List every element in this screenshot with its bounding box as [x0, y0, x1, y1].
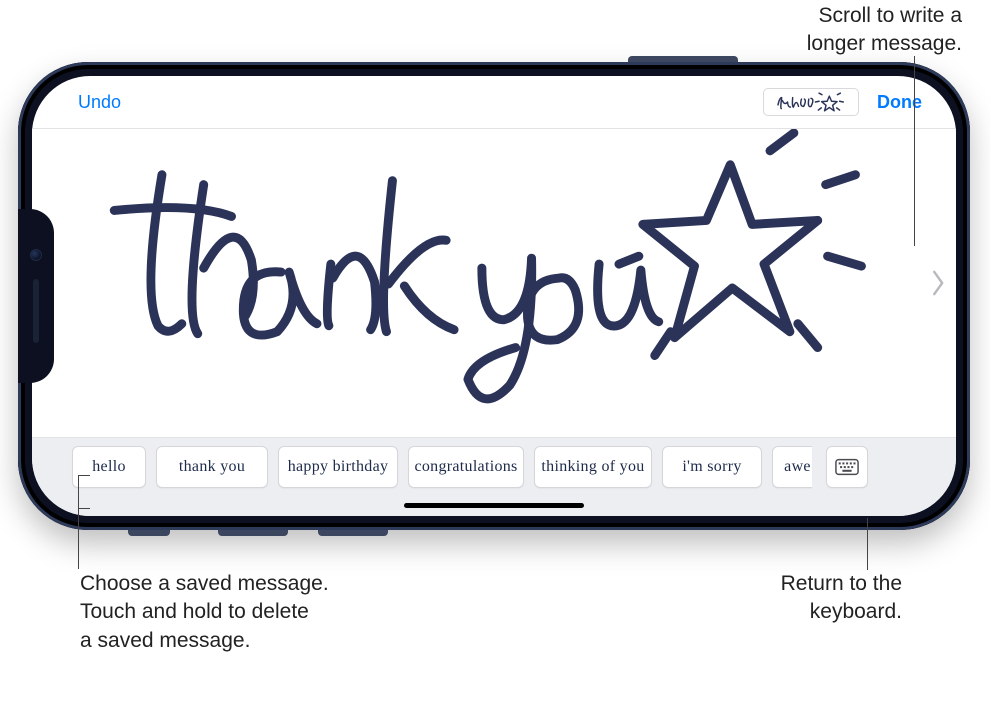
callout-scroll: Scroll to write a longer message. — [807, 2, 962, 59]
preset-congratulations[interactable]: congratulations — [408, 446, 524, 488]
done-button[interactable]: Done — [877, 92, 922, 113]
chevron-right-icon — [931, 268, 947, 298]
saved-messages-tray: hello thank you happy birthday congratul… — [32, 438, 956, 516]
handwriting-canvas[interactable] — [32, 128, 956, 438]
handwriting-drawing — [52, 129, 872, 437]
keyboard-icon — [835, 458, 859, 476]
notch — [18, 209, 54, 383]
screen: Undo Done — [32, 76, 956, 516]
handwriting-preview-chip[interactable] — [763, 88, 859, 116]
scroll-right-button[interactable] — [928, 263, 950, 303]
preset-im-sorry[interactable]: i'm sorry — [662, 446, 762, 488]
toolbar: Undo Done — [32, 76, 956, 128]
front-camera — [30, 249, 42, 261]
preset-partial[interactable]: awe — [772, 446, 812, 488]
callout-saved: Choose a saved message. Touch and hold t… — [80, 570, 329, 655]
iphone-frame: Undo Done — [18, 62, 970, 530]
speaker-grille — [33, 279, 39, 343]
undo-button[interactable]: Undo — [78, 92, 121, 113]
preset-thinking-of-you[interactable]: thinking of you — [534, 446, 652, 488]
return-to-keyboard-button[interactable] — [826, 446, 868, 488]
home-indicator[interactable] — [404, 503, 584, 508]
preset-thank-you[interactable]: thank you — [156, 446, 268, 488]
preset-hello[interactable]: hello — [72, 446, 146, 488]
handwriting-preview-icon — [768, 91, 854, 113]
callout-keyboard: Return to the keyboard. — [781, 570, 902, 627]
preset-happy-birthday[interactable]: happy birthday — [278, 446, 398, 488]
